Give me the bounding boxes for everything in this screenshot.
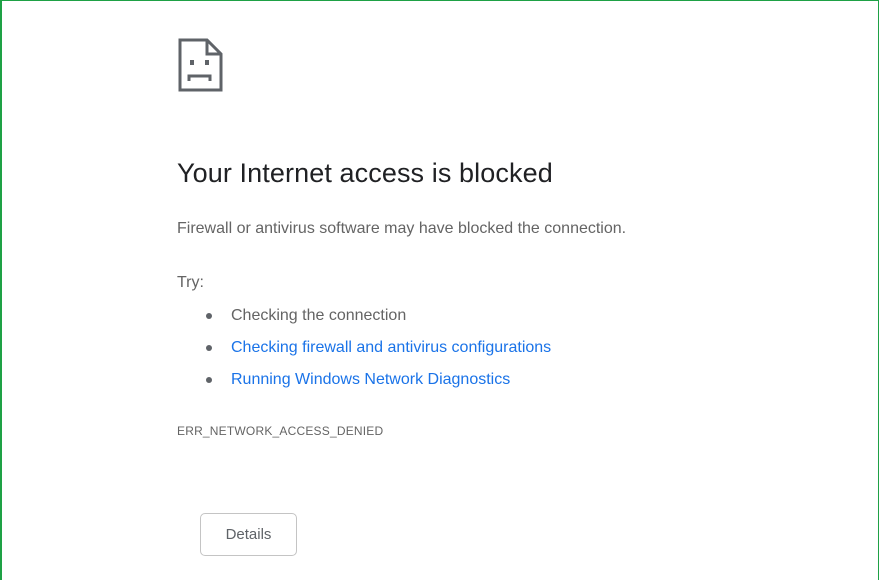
browser-viewport: Your Internet access is blocked Firewall… <box>0 0 879 580</box>
network-diagnostics-link[interactable]: Running Windows Network Diagnostics <box>231 371 510 388</box>
error-summary: Firewall or antivirus software may have … <box>177 220 627 237</box>
suggestion-item-checking-connection: Checking the connection <box>177 302 551 334</box>
suggestion-text: Checking the connection <box>231 307 407 324</box>
try-label: Try: <box>177 274 204 291</box>
error-code: ERR_NETWORK_ACCESS_DENIED <box>177 424 384 438</box>
suggestions-list: Checking the connection Checking firewal… <box>177 302 551 398</box>
sad-page-icon <box>178 38 223 92</box>
bullet-dot <box>206 377 212 383</box>
firewall-config-link[interactable]: Checking firewall and antivirus configur… <box>231 339 551 356</box>
bullet-dot <box>206 313 212 319</box>
bullet-dot <box>206 345 212 351</box>
details-button[interactable]: Details <box>200 513 297 556</box>
suggestion-item-diagnostics: Running Windows Network Diagnostics <box>177 366 551 398</box>
suggestion-item-firewall: Checking firewall and antivirus configur… <box>177 334 551 366</box>
page-title: Your Internet access is blocked <box>177 158 553 188</box>
